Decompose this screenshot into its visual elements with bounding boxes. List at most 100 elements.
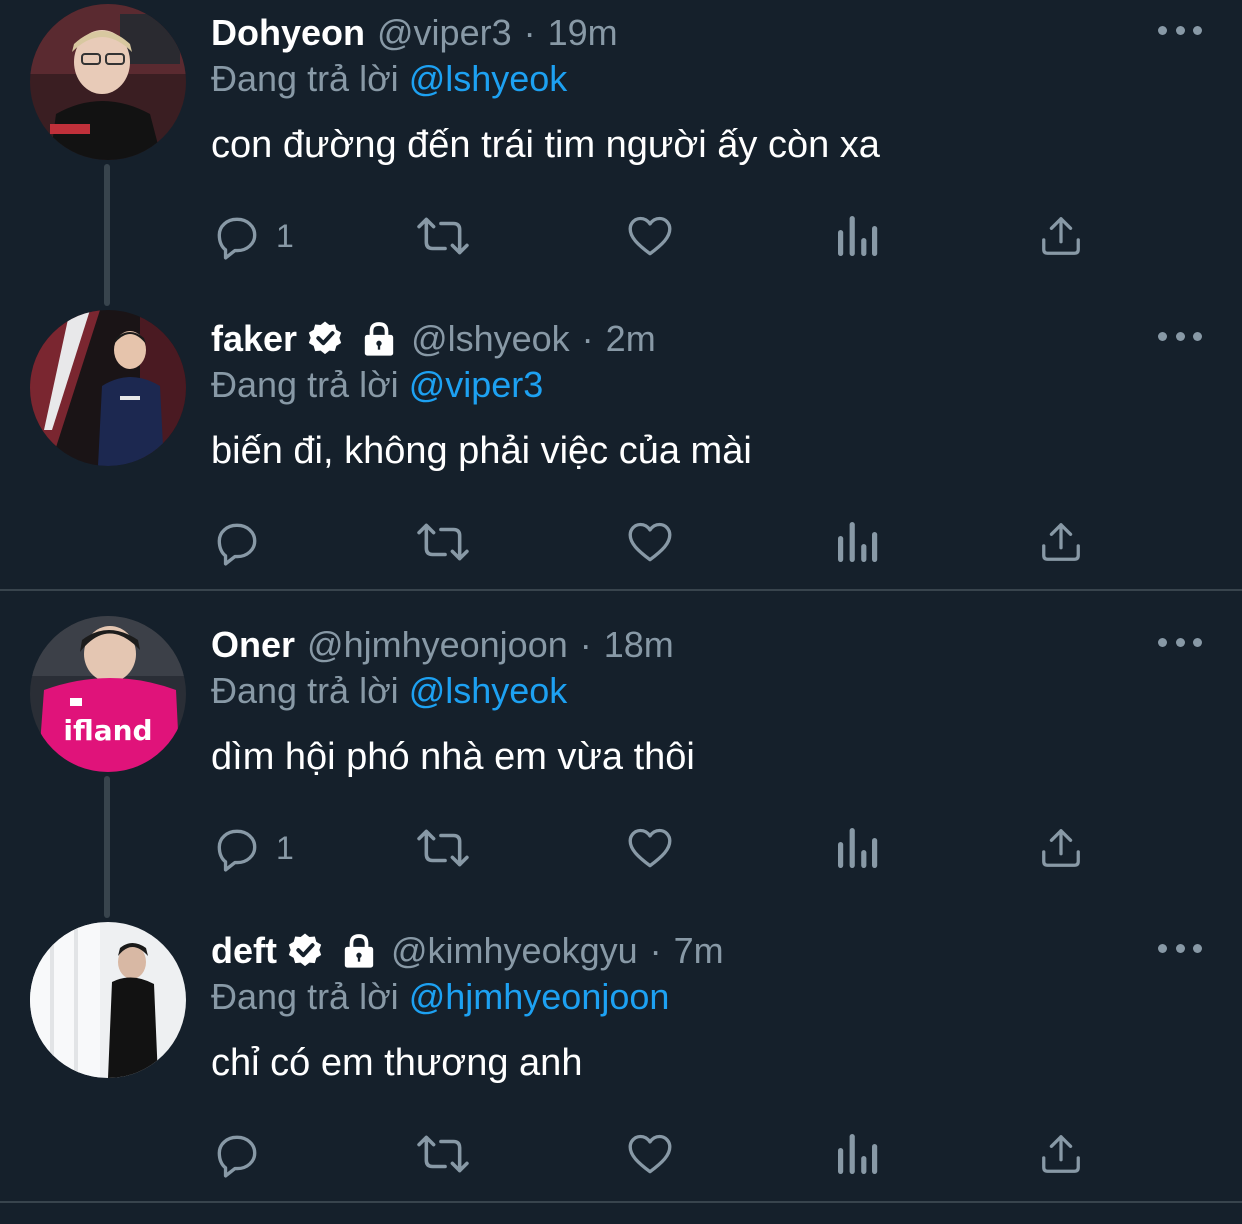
retweet-icon bbox=[417, 523, 469, 561]
replying-to-label: Đang trả lời bbox=[211, 670, 399, 711]
more-icon[interactable] bbox=[1158, 22, 1202, 38]
separator-dot: · bbox=[579, 624, 592, 665]
avatar[interactable] bbox=[30, 922, 186, 1078]
timestamp[interactable]: 19m bbox=[548, 12, 618, 54]
replying-to: Đang trả lời @viper3 bbox=[211, 364, 543, 406]
retweet-icon bbox=[417, 1135, 469, 1173]
share-button[interactable] bbox=[1038, 206, 1084, 266]
timestamp[interactable]: 2m bbox=[606, 318, 656, 360]
tweet-actions bbox=[0, 512, 1242, 572]
retweet-button[interactable] bbox=[415, 1124, 471, 1184]
lock-icon bbox=[339, 931, 379, 971]
analytics-icon bbox=[838, 216, 878, 256]
share-icon bbox=[1042, 1135, 1080, 1173]
tweet-actions: 1 bbox=[0, 206, 1242, 266]
share-icon bbox=[1042, 829, 1080, 867]
replying-to: Đang trả lời @lshyeok bbox=[211, 58, 567, 100]
tweet-header: faker @lshyeok · 2m bbox=[211, 314, 656, 364]
verified-badge-icon bbox=[305, 319, 345, 359]
like-button[interactable] bbox=[625, 1124, 675, 1184]
like-icon bbox=[628, 522, 672, 562]
avatar-logo-text: ifland bbox=[63, 714, 152, 747]
analytics-button[interactable] bbox=[834, 206, 878, 266]
analytics-button[interactable] bbox=[834, 512, 878, 572]
more-icon[interactable] bbox=[1158, 328, 1202, 344]
reply-icon bbox=[217, 829, 257, 872]
reply-button[interactable]: 1 bbox=[212, 206, 294, 266]
avatar[interactable]: ifland bbox=[30, 616, 186, 772]
share-icon bbox=[1042, 217, 1080, 255]
avatar[interactable] bbox=[30, 310, 186, 466]
tweet-header: Oner @hjmhyeonjoon · 18m bbox=[211, 620, 674, 670]
retweet-icon bbox=[417, 829, 469, 867]
reply-count: 1 bbox=[276, 829, 294, 866]
username[interactable]: @viper3 bbox=[377, 12, 512, 54]
display-name[interactable]: Oner bbox=[211, 624, 295, 666]
like-button[interactable] bbox=[625, 512, 675, 572]
reply-icon bbox=[217, 217, 257, 260]
timestamp[interactable]: 7m bbox=[674, 930, 724, 972]
display-name[interactable]: Dohyeon bbox=[211, 12, 365, 54]
retweet-button[interactable] bbox=[415, 512, 471, 572]
tweet-actions: 1 bbox=[0, 818, 1242, 878]
display-name[interactable]: deft bbox=[211, 930, 277, 972]
verified-badge-icon bbox=[285, 931, 325, 971]
avatar[interactable] bbox=[30, 4, 186, 160]
replying-to: Đang trả lời @hjmhyeonjoon bbox=[211, 976, 669, 1018]
separator-dot: · bbox=[581, 318, 594, 359]
like-icon bbox=[628, 1134, 672, 1174]
share-button[interactable] bbox=[1038, 818, 1084, 878]
retweet-icon bbox=[417, 217, 469, 255]
analytics-button[interactable] bbox=[834, 818, 878, 878]
reply-button[interactable]: 1 bbox=[212, 818, 294, 878]
replying-to-mention[interactable]: @viper3 bbox=[409, 364, 544, 405]
tweet-faker[interactable]: faker @lshyeok · 2m Đang trả lời @viper3… bbox=[0, 306, 1242, 612]
replying-to-label: Đang trả lời bbox=[211, 976, 399, 1017]
analytics-button[interactable] bbox=[834, 1124, 878, 1184]
replying-to: Đang trả lời @lshyeok bbox=[211, 670, 567, 712]
lock-icon bbox=[359, 319, 399, 359]
more-icon[interactable] bbox=[1158, 940, 1202, 956]
tweet-text: chỉ có em thương anh bbox=[211, 1042, 583, 1084]
like-button[interactable] bbox=[625, 206, 675, 266]
more-icon[interactable] bbox=[1158, 634, 1202, 650]
share-button[interactable] bbox=[1038, 512, 1084, 572]
analytics-icon bbox=[838, 1134, 878, 1174]
tweet-deft[interactable]: deft @kimhyeokgyu · 7m Đang trả lời @hjm… bbox=[0, 918, 1242, 1224]
display-name[interactable]: faker bbox=[211, 318, 297, 360]
analytics-icon bbox=[838, 522, 878, 562]
tweet-header: Dohyeon @viper3 · 19m bbox=[211, 8, 618, 58]
replying-to-label: Đang trả lời bbox=[211, 58, 399, 99]
tweet-text: biến đi, không phải việc của mài bbox=[211, 430, 752, 472]
like-button[interactable] bbox=[625, 818, 675, 878]
retweet-button[interactable] bbox=[415, 818, 471, 878]
tweet-dohyeon[interactable]: Dohyeon @viper3 · 19m Đang trả lời @lshy… bbox=[0, 0, 1242, 306]
username[interactable]: @hjmhyeonjoon bbox=[307, 624, 568, 666]
replying-to-label: Đang trả lời bbox=[211, 364, 399, 405]
replying-to-mention[interactable]: @lshyeok bbox=[409, 670, 568, 711]
timestamp[interactable]: 18m bbox=[604, 624, 674, 666]
retweet-button[interactable] bbox=[415, 206, 471, 266]
tweet-actions bbox=[0, 1124, 1242, 1184]
reply-count: 1 bbox=[276, 217, 294, 254]
like-icon bbox=[628, 828, 672, 868]
username[interactable]: @lshyeok bbox=[411, 318, 570, 360]
separator-dot: · bbox=[649, 930, 662, 971]
username[interactable]: @kimhyeokgyu bbox=[391, 930, 638, 972]
share-icon bbox=[1042, 523, 1080, 561]
tweet-header: deft @kimhyeokgyu · 7m bbox=[211, 926, 724, 976]
like-icon bbox=[628, 216, 672, 256]
analytics-icon bbox=[838, 828, 878, 868]
replying-to-mention[interactable]: @lshyeok bbox=[409, 58, 568, 99]
separator-dot: · bbox=[523, 12, 536, 53]
replying-to-mention[interactable]: @hjmhyeonjoon bbox=[409, 976, 670, 1017]
tweet-text: con đường đến trái tim người ấy còn xa bbox=[211, 124, 880, 166]
tweet-oner[interactable]: ifland Oner @hjmhyeonjoon · 18m Đang trả… bbox=[0, 612, 1242, 918]
thread-divider bbox=[0, 1201, 1242, 1203]
reply-button[interactable] bbox=[212, 1124, 276, 1184]
share-button[interactable] bbox=[1038, 1124, 1084, 1184]
reply-button[interactable] bbox=[212, 512, 276, 572]
reply-icon bbox=[217, 1135, 257, 1178]
tweet-text: dìm hội phó nhà em vừa thôi bbox=[211, 736, 695, 778]
thread-divider bbox=[0, 589, 1242, 591]
